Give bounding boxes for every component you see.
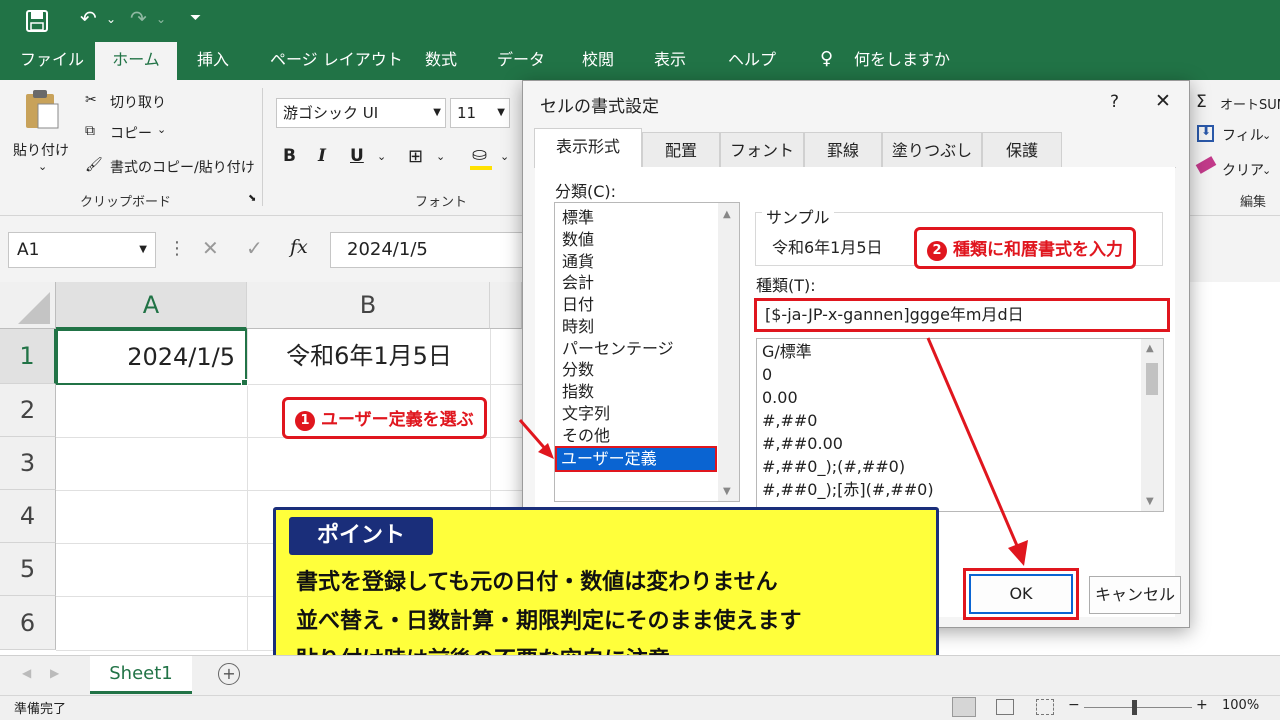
sheet-tab-bar <box>0 655 1280 695</box>
prev-sheet-icon[interactable]: ◀ <box>22 666 31 680</box>
status-ready: 準備完了 <box>14 702 67 717</box>
zoom-slider-thumb[interactable] <box>1132 700 1137 715</box>
step-badge: 2 <box>927 241 947 261</box>
arrow-step2-head <box>1008 540 1028 566</box>
callout-step1-text: ユーザー定義を選ぶ <box>321 410 474 430</box>
normal-view-icon[interactable] <box>952 697 976 717</box>
callout-step1: 1 ユーザー定義を選ぶ <box>282 397 487 439</box>
callout-step2: 2 種類に和暦書式を入力 <box>914 227 1136 269</box>
note-line: 並べ替え・日数計算・期限判定にそのまま使えます <box>296 609 802 634</box>
next-sheet-icon[interactable]: ▶ <box>50 666 59 680</box>
add-sheet-icon[interactable]: + <box>218 663 240 685</box>
callout-step2-text: 種類に和暦書式を入力 <box>953 240 1123 260</box>
page-layout-view-icon[interactable] <box>996 699 1014 715</box>
zoom-out-icon[interactable]: − <box>1068 697 1080 713</box>
step-badge: 1 <box>295 411 315 431</box>
zoom-level[interactable]: 100% <box>1222 698 1259 713</box>
page-break-view-icon[interactable] <box>1036 699 1054 715</box>
arrow-step2 <box>926 337 1020 549</box>
note-title: ポイント <box>289 517 433 555</box>
zoom-slider-track[interactable] <box>1084 707 1192 708</box>
zoom-in-icon[interactable]: + <box>1196 697 1208 713</box>
note-line: 書式を登録しても元の日付・数値は変わりません <box>296 570 778 595</box>
sheet-tab-sheet1[interactable]: Sheet1 <box>90 656 192 694</box>
